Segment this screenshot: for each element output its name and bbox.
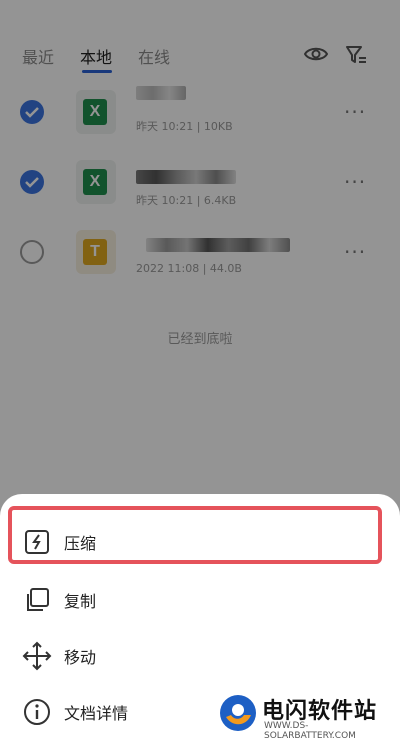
menu-item-move[interactable]: 移动 [0, 628, 400, 684]
menu-item-copy[interactable]: 复制 [0, 572, 400, 628]
watermark-subtitle: WWW.DS-SOLARBATTERY.COM [264, 721, 356, 739]
info-icon [24, 699, 50, 725]
highlight-frame [8, 506, 382, 564]
move-icon [22, 641, 52, 671]
watermark-logo: 电闪软件站 WWW.DS-SOLARBATTERY.COM [200, 688, 400, 739]
copy-icon [27, 588, 49, 611]
site-logo-icon [220, 695, 256, 731]
